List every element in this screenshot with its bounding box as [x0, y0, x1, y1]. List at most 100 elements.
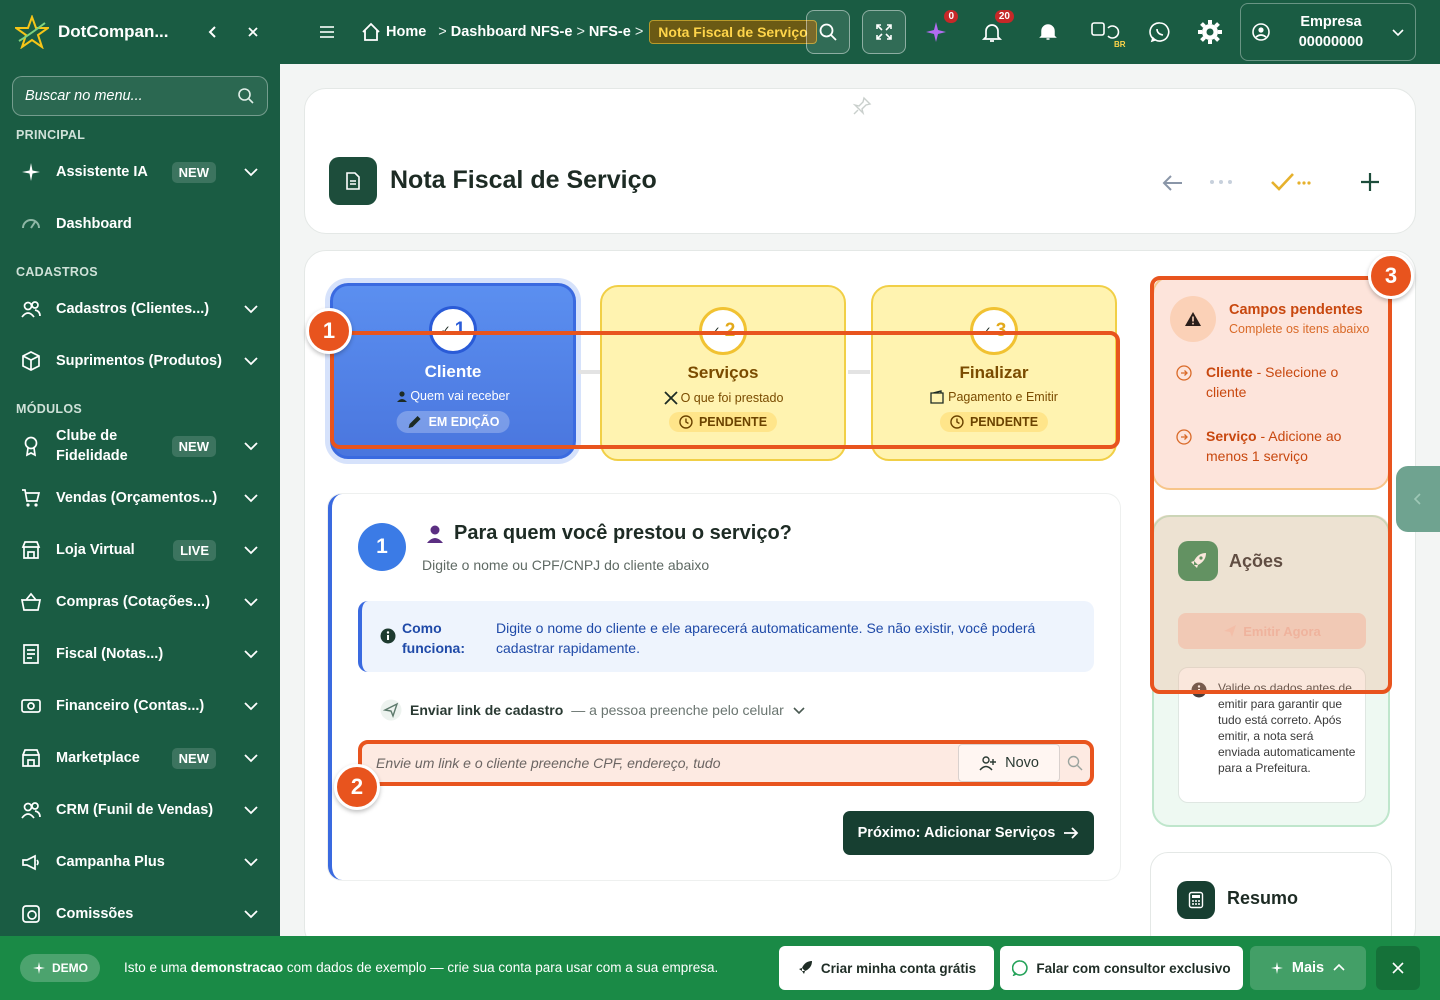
logo-star-icon — [14, 14, 50, 50]
home-icon[interactable] — [360, 21, 382, 43]
sparkle-badge: 0 — [944, 10, 958, 23]
next-add-services-button[interactable]: Próximo: Adicionar Serviços — [843, 811, 1094, 855]
sidebar-item-label: Cadastros (Clientes...) — [56, 301, 210, 317]
basket-icon — [20, 591, 42, 613]
pin-icon[interactable] — [851, 95, 873, 117]
plus-icon[interactable] — [1359, 171, 1381, 193]
arrow-right-icon — [1064, 827, 1079, 839]
talk-consultant-button[interactable]: Falar com consultor exclusivo — [1000, 946, 1243, 990]
search-icon — [238, 88, 254, 104]
sparkles-icon — [926, 22, 946, 42]
sidebar-item-10[interactable]: Financeiro (Contas...) — [0, 680, 280, 732]
demo-text-post: com dados de exemplo — crie sua conta pa… — [283, 960, 719, 975]
sidebar-item-8[interactable]: Compras (Cotações...) — [0, 576, 280, 628]
search-button[interactable] — [806, 10, 850, 54]
chevron-up-icon — [1333, 963, 1345, 971]
side-panel-toggle[interactable] — [1396, 466, 1440, 532]
notifications-button[interactable]: 20 — [978, 10, 1014, 46]
megaphone-icon — [20, 851, 42, 873]
close-icon[interactable] — [240, 19, 266, 45]
gear-icon — [1198, 20, 1222, 44]
marketplace-icon — [20, 747, 42, 769]
section-modulos: MÓDULOS — [16, 402, 82, 416]
chevron-down-icon — [244, 702, 258, 711]
summary-title: Resumo — [1227, 888, 1299, 908]
notifications-badge: 20 — [994, 10, 1014, 23]
chevron-down-icon — [244, 650, 258, 659]
form-subtitle: Digite o nome ou CPF/CNPJ do cliente aba… — [422, 557, 710, 573]
arrow-left-icon[interactable] — [1161, 173, 1185, 193]
info-box: Como funciona: Digite o nome do cliente … — [358, 601, 1094, 672]
sidebar-item-label: Vendas (Orçamentos...) — [56, 490, 218, 506]
sidebar-item-7[interactable]: Loja Virtual LIVE — [0, 524, 280, 576]
check-status-icon[interactable] — [1269, 171, 1313, 193]
chevron-down-icon — [1392, 29, 1404, 37]
sidebar-item-2[interactable]: Dashboard — [0, 198, 280, 250]
highlight-steps — [330, 331, 1120, 449]
sidebar-item-9[interactable]: Fiscal (Notas...) — [0, 628, 280, 680]
sidebar-item-11[interactable]: Marketplace NEW — [0, 732, 280, 784]
info-label: Como funciona: — [402, 620, 465, 656]
breadcrumb-dashboard[interactable]: Dashboard NFS-e — [451, 24, 573, 40]
user-icon — [427, 525, 443, 543]
send-icon — [380, 699, 402, 721]
chevron-left-icon[interactable] — [200, 19, 226, 45]
validate-text: Valide os dados antes de emitir para gar… — [1218, 681, 1356, 775]
alerts-button[interactable] — [1034, 18, 1062, 46]
highlight-client-field — [358, 740, 1094, 786]
menu-icon[interactable] — [316, 21, 338, 43]
sidebar: DotCompan... Buscar no menu... PRINCIPAL… — [0, 0, 280, 1000]
sidebar-item-label: Clube de Fidelidade — [56, 428, 128, 464]
sidebar-item-4[interactable]: Suprimentos (Produtos) — [0, 335, 280, 387]
chevron-down-icon — [793, 707, 805, 715]
sidebar-item-13[interactable]: Campanha Plus — [0, 836, 280, 888]
sidebar-item-label: Campanha Plus — [56, 854, 165, 870]
bell-filled-icon — [1039, 24, 1057, 40]
chevron-left-icon — [1413, 493, 1421, 505]
sidebar-item-label: Financeiro (Contas...) — [56, 698, 205, 714]
sidebar-item-label: Fiscal (Notas...) — [56, 646, 164, 662]
form-step-number: 1 — [358, 523, 406, 571]
sidebar-item-6[interactable]: Vendas (Orçamentos...) — [0, 472, 280, 524]
sidebar-item-14[interactable]: Comissões — [0, 888, 280, 940]
close-bar-button[interactable] — [1376, 946, 1420, 990]
breadcrumb-separator: > — [438, 24, 447, 40]
chevron-down-icon — [244, 806, 258, 815]
create-account-button[interactable]: Criar minha conta grátis — [779, 946, 994, 990]
more-dots-icon[interactable] — [1209, 179, 1233, 185]
demo-bottom-bar: DEMO Isto e uma demonstracao com dados d… — [0, 936, 1440, 1000]
breadcrumb-separator: > — [634, 24, 644, 40]
sidebar-item-12[interactable]: CRM (Funil de Vendas) — [0, 784, 280, 836]
settings-button[interactable] — [1196, 18, 1224, 46]
gauge-icon — [20, 213, 42, 235]
award-icon — [20, 435, 42, 457]
info-icon — [380, 628, 396, 644]
demo-badge: DEMO — [20, 954, 100, 982]
ai-sparkle-button[interactable]: 0 — [922, 10, 958, 46]
demo-message: Isto e uma demonstracao com dados de exe… — [124, 960, 718, 975]
breadcrumb-home[interactable]: Home — [386, 24, 426, 40]
sparkles-icon — [20, 161, 42, 183]
breadcrumb-nfse[interactable]: NFS-e — [589, 24, 631, 40]
fullscreen-button[interactable] — [862, 10, 906, 54]
page-title: Nota Fiscal de Serviço — [390, 166, 657, 194]
language-button[interactable]: BR — [1088, 18, 1126, 49]
chevron-down-icon — [244, 910, 258, 919]
send-link-toggle[interactable]: Enviar link de cadastro — a pessoa preen… — [380, 699, 806, 721]
sidebar-search-input[interactable]: Buscar no menu... — [12, 76, 268, 116]
sidebar-item-badge: NEW — [171, 161, 216, 183]
document-icon — [329, 157, 377, 205]
sidebar-item-badge: NEW — [171, 435, 216, 457]
company-selector[interactable]: Empresa 00000000 — [1240, 3, 1416, 61]
breadcrumb: Home > Dashboard NFS-e > NFS-e > — [360, 21, 643, 43]
rocket-icon — [798, 961, 812, 974]
more-button[interactable]: Mais — [1250, 946, 1366, 990]
close-icon — [1392, 962, 1404, 974]
sidebar-item-5[interactable]: Clube de Fidelidade NEW — [0, 420, 280, 472]
whatsapp-button[interactable] — [1146, 18, 1174, 46]
sidebar-item-1[interactable]: Assistente IA NEW — [0, 146, 280, 198]
info-text: Digite o nome do cliente e ele aparecerá… — [496, 620, 1036, 656]
users-icon — [20, 799, 42, 821]
sidebar-item-3[interactable]: Cadastros (Clientes...) — [0, 283, 280, 335]
demo-label: DEMO — [52, 961, 88, 975]
